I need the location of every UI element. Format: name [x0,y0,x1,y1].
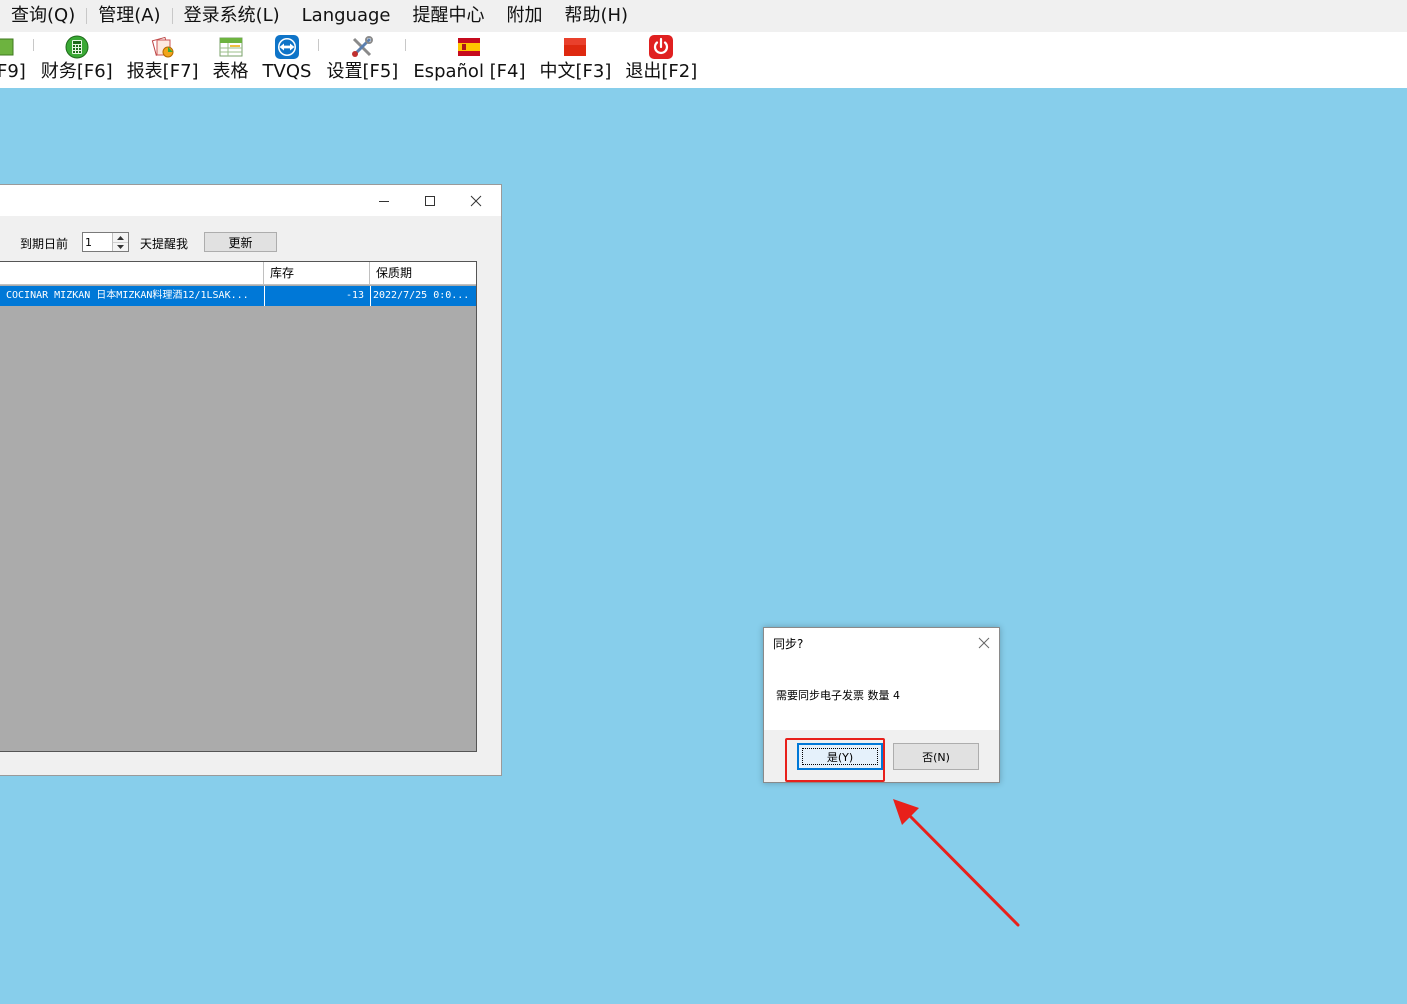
menu-reminder-center[interactable]: 提醒中心 [402,0,496,32]
toolbar-finance-button[interactable]: 财务[F6] [34,32,120,84]
calculator-icon [65,35,89,59]
spain-flag-icon [458,38,481,56]
partial-icon [0,38,14,56]
stepper-buttons [112,233,128,251]
spreadsheet-icon [219,37,243,57]
menu-language[interactable]: Language [291,0,402,32]
toolbar: F9] 财务[F6] 报表[F7] 表格 TVQS 设置[F5] Español… [0,32,1407,88]
days-stepper[interactable] [82,232,129,252]
cell-product-name: COCINAR MIZKAN 日本MIZKAN料理酒12/1LSAK... [6,290,249,301]
grid-header: 库存 保质期 [0,262,476,285]
menu-query[interactable]: 查询(Q) [0,0,86,32]
expiry-reminder-window: 到期日前 天提醒我 更新 库存 保质期 COCINAR MIZKAN 日本MIZ… [0,184,502,776]
no-button[interactable]: 否(N) [893,743,979,770]
maximize-icon [425,195,435,206]
days-input[interactable] [85,234,113,250]
cell-stock: -13 [264,286,368,306]
toolbar-chinese-button[interactable]: 中文[F3] [533,32,619,84]
table-row[interactable]: COCINAR MIZKAN 日本MIZKAN料理酒12/1LSAK... -1… [0,286,476,306]
toolbar-tvqs-button[interactable]: TVQS [256,32,319,84]
stepper-down-button[interactable] [113,242,128,251]
teamviewer-icon [275,35,299,59]
close-button[interactable] [453,185,499,216]
china-flag-icon [564,38,587,56]
menu-extras[interactable]: 附加 [496,0,554,32]
window-titlebar[interactable] [0,185,501,216]
menu-help[interactable]: 帮助(H) [554,0,640,32]
dialog-close-icon[interactable] [976,635,992,651]
toolbar-exit-button[interactable]: 退出[F2] [618,32,704,84]
toolbar-spanish-button[interactable]: Español [F4] [406,32,532,84]
column-header-expiry[interactable]: 保质期 [370,262,476,284]
minimize-icon [379,200,389,202]
minimize-button[interactable] [361,185,407,216]
column-header-name[interactable] [0,262,264,284]
dialog-title: 同步? [773,637,804,651]
cell-expiry: 2022/7/25 0:0... [370,286,476,306]
expiry-grid: 库存 保质期 COCINAR MIZKAN 日本MIZKAN料理酒12/1LSA… [0,261,477,752]
update-button[interactable]: 更新 [204,232,277,252]
days-after-label: 天提醒我 [140,237,189,251]
toolbar-report-button[interactable]: 报表[F7] [120,32,206,84]
dialog-message: 需要同步电子发票 数量 4 [776,689,900,702]
triangle-down-icon [117,244,124,249]
close-icon [470,195,482,206]
toolbar-table-button[interactable]: 表格 [206,32,256,84]
toolbar-settings-button[interactable]: 设置[F5] [319,32,405,84]
toolbar-f9-button[interactable]: F9] [0,32,33,84]
menu-manage[interactable]: 管理(A) [87,0,171,32]
menu-bar: 查询(Q) 管理(A) 登录系统(L) Language 提醒中心 附加 帮助(… [0,0,1407,32]
maximize-button[interactable] [407,185,453,216]
days-before-label: 到期日前 [20,237,69,251]
tools-icon [352,36,374,57]
power-icon [649,35,674,59]
triangle-up-icon [117,235,124,240]
report-icon [151,36,174,58]
menu-login-system[interactable]: 登录系统(L) [173,0,291,32]
annotation-highlight-box [785,738,885,782]
column-header-stock[interactable]: 库存 [264,262,370,284]
